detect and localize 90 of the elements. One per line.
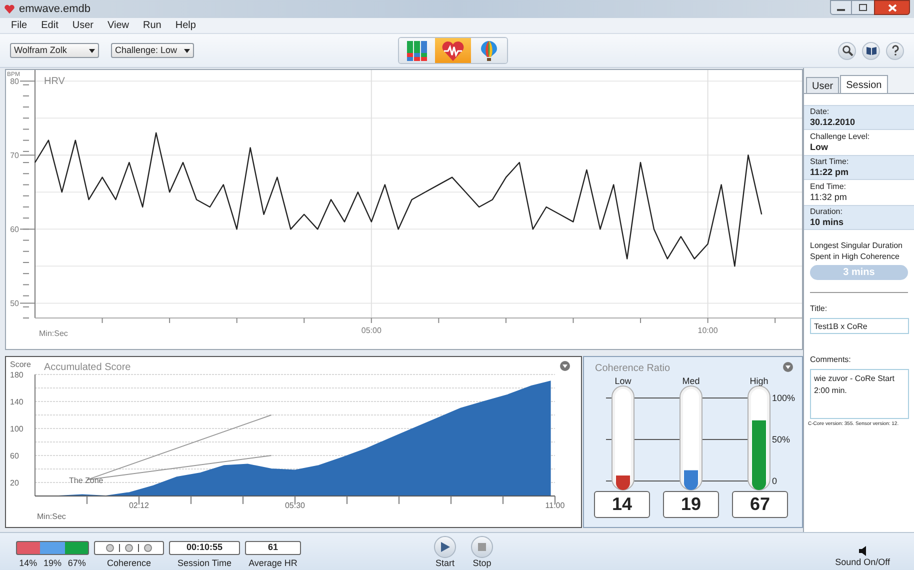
axis-label: Min:Sec (37, 512, 66, 521)
menu-item[interactable]: Edit (41, 18, 58, 33)
axis-label: Score (10, 360, 31, 369)
maximize-button[interactable] (852, 0, 874, 15)
dropdown-button[interactable] (560, 361, 570, 371)
value-display: 67 (732, 491, 788, 518)
axis-tick-label: 10:00 (698, 326, 718, 335)
field-label: Average HR (248, 557, 298, 570)
minimize-button[interactable] (830, 0, 852, 15)
tube-label: High (750, 376, 768, 386)
axis-tick-label: 05:30 (284, 501, 306, 510)
value-display: 19 (663, 491, 719, 518)
axis-tick-label: 05:00 (361, 326, 382, 335)
sound-toggle[interactable]: Sound On/Off (835, 546, 890, 570)
dropdown[interactable]: Challenge: Low (111, 43, 194, 58)
field-label: Challenge Level: (810, 132, 871, 142)
axis-tick-label: 60 (10, 225, 19, 234)
duration-pill: 3 mins (810, 265, 908, 280)
percent-label: 67% (68, 557, 86, 570)
menu-item[interactable]: View (107, 18, 129, 33)
close-button[interactable] (874, 0, 910, 15)
field-value: 10 mins (810, 217, 845, 228)
scale-label: 100% (772, 393, 796, 403)
close-icon (888, 4, 896, 12)
field-value: Low (810, 142, 829, 153)
title-input[interactable]: Test1B x CoRe (810, 318, 909, 334)
window-title: emwave.emdb (19, 2, 91, 17)
field-value: 30.12.2010 (810, 117, 856, 128)
axis-tick-label: 60 (10, 452, 19, 460)
field-label: Title: (809, 303, 828, 315)
caret-icon (89, 48, 95, 52)
field-label: End Time: (810, 182, 848, 192)
heart-pulse-icon (441, 40, 465, 60)
heart-icon (4, 4, 15, 14)
field-value: 11:22 pm (810, 167, 850, 178)
axis-tick-label: 70 (10, 151, 19, 160)
view-button[interactable] (399, 38, 435, 63)
hot-air-balloon-icon (480, 40, 498, 62)
axis-tick-label: 180 (10, 370, 24, 380)
view-button[interactable] (435, 38, 471, 63)
play-icon (440, 542, 450, 552)
field-label: Coherence (106, 557, 152, 570)
longest-duration-label: Longest Singular Duration Spent in High Coherence (809, 240, 904, 262)
value-display: 61 (245, 541, 301, 555)
book-icon (866, 45, 876, 56)
stop-icon (477, 542, 487, 552)
axis-tick-label: 20 (10, 478, 19, 488)
comments-input[interactable]: wie zuvor - CoRe Start 2:00 min. (810, 369, 909, 419)
value-display: 14 (594, 491, 650, 518)
help-icon (890, 45, 900, 56)
axis-tick-label: 80 (10, 77, 19, 86)
bar-columns-icon (406, 40, 428, 60)
search-button[interactable] (838, 42, 856, 60)
chart-title: Accumulated Score (44, 362, 131, 373)
axis-tick-label: 140 (10, 398, 24, 406)
speaker-icon (858, 546, 867, 556)
scale-label: 50% (772, 434, 790, 444)
book-button[interactable] (862, 42, 880, 60)
tube-label: Low (614, 376, 632, 386)
axis-tick-label: 02:12 (128, 501, 150, 510)
tube-label: Med (682, 376, 700, 386)
view-button[interactable] (471, 38, 507, 63)
menu-item[interactable]: Help (175, 18, 196, 33)
percent-label: 19% (43, 557, 62, 570)
annotation-label: The Zone (69, 476, 104, 485)
menu-item[interactable]: File (11, 18, 28, 33)
field-value: 11:32 pm (810, 192, 848, 203)
field-label: Comments: (809, 354, 852, 366)
chart-title: HRV (44, 76, 65, 87)
caret-icon (184, 48, 190, 52)
search-icon (842, 45, 852, 56)
scale-label: 0 (772, 476, 778, 486)
field-label: Date: (810, 107, 830, 117)
field-label: Start Time: (810, 157, 850, 167)
panel-title: Coherence Ratio (595, 363, 670, 374)
menu-item[interactable]: User (72, 18, 94, 33)
dropdown[interactable]: Wolfram Zolk (10, 43, 99, 58)
help-button[interactable] (886, 42, 904, 60)
dropdown-button[interactable] (783, 362, 793, 372)
field-label: Session Time (177, 557, 232, 570)
axis-tick-label: 50 (10, 299, 19, 308)
percent-label: 14% (19, 557, 38, 570)
tab[interactable]: User (806, 77, 840, 93)
axis-tick-label: 100 (10, 424, 24, 434)
tab[interactable]: Session (840, 75, 888, 93)
axis-label: Min:Sec (39, 329, 68, 338)
field-label: Duration: (810, 207, 844, 217)
menu-item[interactable]: Run (142, 18, 162, 33)
axis-tick-label: 11:00 (545, 501, 565, 510)
time-display: 00:10:55 (169, 541, 240, 555)
